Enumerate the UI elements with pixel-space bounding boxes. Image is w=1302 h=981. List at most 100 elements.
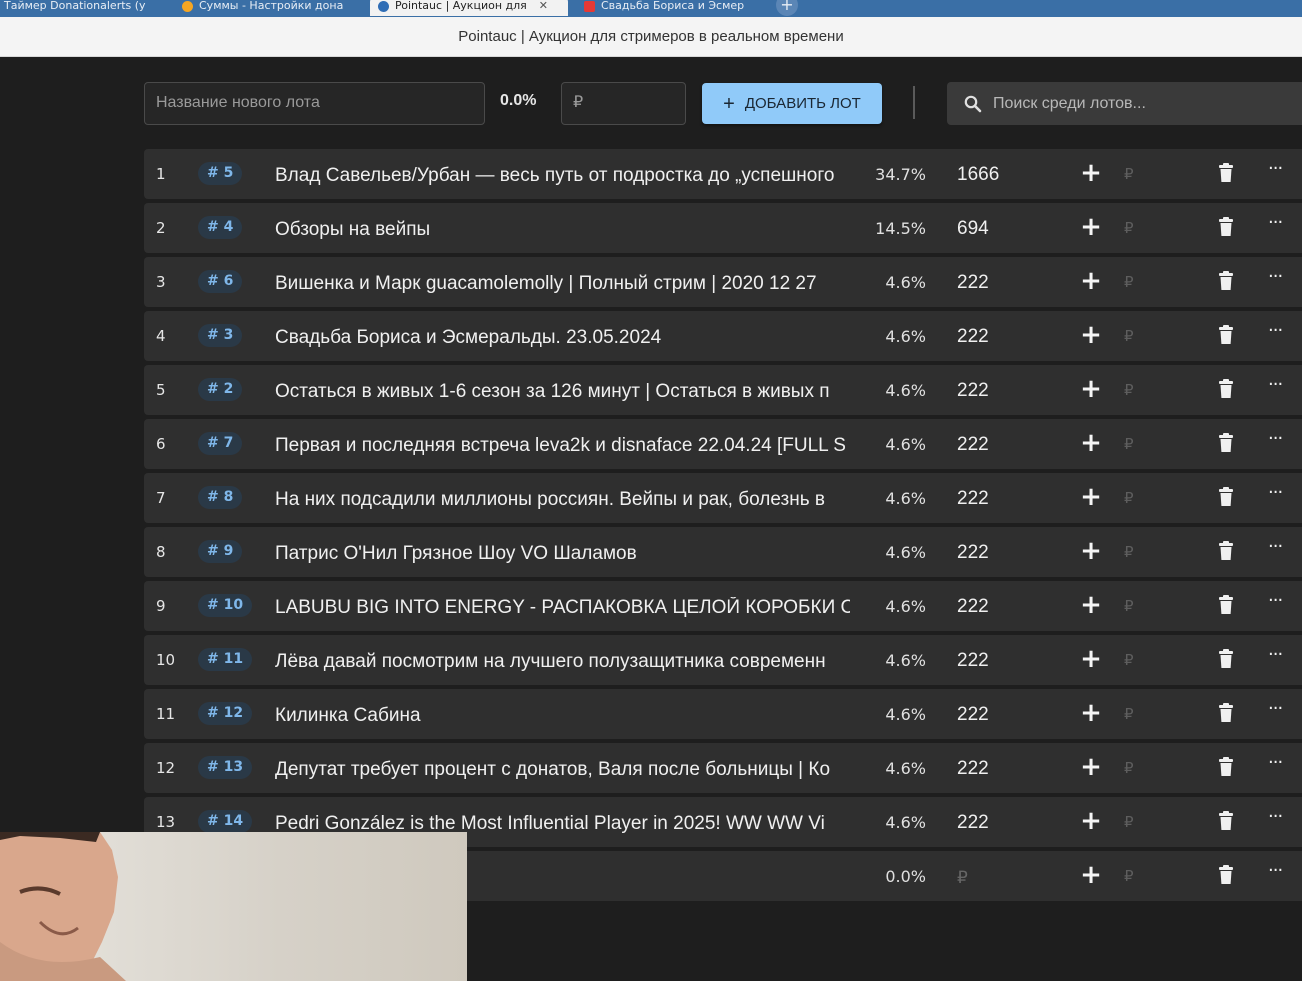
more-icon[interactable]: ··· [1268,320,1283,341]
trash-icon[interactable] [1218,757,1234,777]
lot-amount[interactable]: 222 [957,758,989,780]
add-amount-input[interactable]: ₽ [1124,381,1134,399]
trash-icon[interactable] [1218,865,1234,885]
trash-icon[interactable] [1218,649,1234,669]
more-icon[interactable]: ··· [1268,266,1283,287]
add-amount-button[interactable]: + [1079,267,1103,295]
more-icon[interactable]: ··· [1268,428,1283,449]
more-icon[interactable]: ··· [1268,482,1283,503]
lot-amount-input[interactable]: ₽ [957,868,968,888]
lot-amount[interactable]: 222 [957,704,989,726]
lot-name[interactable]: Обзоры на вейпы [275,219,850,241]
more-icon[interactable]: ··· [1268,590,1283,611]
trash-icon[interactable] [1218,811,1234,831]
lot-row[interactable]: 5 # 2 Остаться в живых 1-6 сезон за 126 ми… [144,365,1302,415]
lot-amount[interactable]: 222 [957,326,989,348]
lot-name[interactable]: Вишенка и Марк guacamolemolly | Полный с… [275,273,850,295]
trash-icon[interactable] [1218,217,1234,237]
lot-name[interactable]: Свадьба Бориса и Эсмеральды. 23.05.2024 [275,327,850,349]
lot-amount[interactable]: 222 [957,488,989,510]
browser-tab[interactable]: Таймер Donationalerts (у [0,0,165,16]
lot-name[interactable]: LABUBU BIG INTO ENERGY - РАСПАКОВКА ЦЕЛО… [275,597,850,619]
lot-name[interactable]: Первая и последняя встреча leva2k и disn… [275,435,850,457]
trash-icon[interactable] [1218,379,1234,399]
add-amount-input[interactable]: ₽ [1124,327,1134,345]
lot-amount[interactable]: 222 [957,650,989,672]
lot-row[interactable]: 4 # 3 Свадьба Бориса и Эсмеральды. 23.05.2… [144,311,1302,361]
new-lot-name-input[interactable]: Название нового лота [144,82,485,125]
lot-amount[interactable]: 222 [957,272,989,294]
lot-row[interactable]: 8 # 9 Патрис О'Нил Грязное Шоу VO Шаламов 2… [144,527,1302,577]
add-amount-button[interactable]: + [1079,537,1103,565]
add-amount-input[interactable]: ₽ [1124,543,1134,561]
browser-tab[interactable]: Суммы - Настройки дона [178,0,358,16]
more-icon[interactable]: ··· [1268,752,1283,773]
add-amount-input[interactable]: ₽ [1124,651,1134,669]
lot-amount[interactable]: 222 [957,542,989,564]
lot-row[interactable]: 11 # 12 Килинка Сабина 222 4.6% + ₽ ··· [144,689,1302,739]
add-amount-input[interactable]: ₽ [1124,435,1134,453]
more-icon[interactable]: ··· [1268,374,1283,395]
lot-name[interactable]: Депутат требует процент с донатов, Валя … [275,759,850,781]
more-icon[interactable]: ··· [1268,860,1283,881]
add-amount-button[interactable]: + [1079,159,1103,187]
add-amount-button[interactable]: + [1079,861,1103,889]
lot-name[interactable]: Влад Савельев/Урбан — весь путь от подро… [275,165,850,187]
add-amount-button[interactable]: + [1079,753,1103,781]
add-amount-input[interactable]: ₽ [1124,759,1134,777]
lot-amount[interactable]: 1666 [957,164,999,186]
add-amount-input[interactable]: ₽ [1124,867,1134,885]
more-icon[interactable]: ··· [1268,644,1283,665]
lot-row[interactable]: 1 # 5 Влад Савельев/Урбан — весь путь от п… [144,149,1302,199]
more-icon[interactable]: ··· [1268,158,1283,179]
lot-amount[interactable]: 694 [957,218,989,240]
browser-tab-active[interactable]: Pointauc | Аукцион для ✕ [370,0,568,16]
add-amount-input[interactable]: ₽ [1124,489,1134,507]
add-amount-button[interactable]: + [1079,321,1103,349]
lot-name[interactable]: Лёва давай посмотрим на лучшего полузащи… [275,651,850,673]
add-amount-input[interactable]: ₽ [1124,813,1134,831]
lot-amount[interactable]: 222 [957,596,989,618]
lot-name[interactable]: Патрис О'Нил Грязное Шоу VO Шаламов [275,543,850,565]
lot-amount[interactable]: 222 [957,380,989,402]
add-amount-button[interactable]: + [1079,645,1103,673]
browser-tab[interactable]: Свадьба Бориса и Эсмер [580,0,765,16]
trash-icon[interactable] [1218,163,1234,183]
lot-name[interactable]: На них подсадили миллионы россиян. Вейпы… [275,489,850,511]
lot-row[interactable]: 3 # 6 Вишенка и Марк guacamolemolly | Полн… [144,257,1302,307]
add-lot-button[interactable]: + ДОБАВИТЬ ЛОТ [702,83,882,124]
add-amount-input[interactable]: ₽ [1124,219,1134,237]
lot-row[interactable]: 12 # 13 Депутат требует процент с донатов,… [144,743,1302,793]
more-icon[interactable]: ··· [1268,698,1283,719]
trash-icon[interactable] [1218,595,1234,615]
trash-icon[interactable] [1218,541,1234,561]
add-amount-button[interactable]: + [1079,699,1103,727]
close-tab-icon[interactable]: ✕ [539,0,548,14]
trash-icon[interactable] [1218,487,1234,507]
add-amount-input[interactable]: ₽ [1124,597,1134,615]
add-amount-input[interactable]: ₽ [1124,705,1134,723]
add-amount-button[interactable]: + [1079,591,1103,619]
lot-row[interactable]: 2 # 4 Обзоры на вейпы 694 14.5% + ₽ ··· [144,203,1302,253]
trash-icon[interactable] [1218,703,1234,723]
more-icon[interactable]: ··· [1268,806,1283,827]
trash-icon[interactable] [1218,325,1234,345]
lot-row[interactable]: 7 # 8 На них подсадили миллионы россиян. В… [144,473,1302,523]
more-icon[interactable]: ··· [1268,536,1283,557]
add-amount-button[interactable]: + [1079,807,1103,835]
lot-row[interactable]: 6 # 7 Первая и последняя встреча leva2k и … [144,419,1302,469]
lot-row[interactable]: 10 # 11 Лёва давай посмотрим на лучшего по… [144,635,1302,685]
lot-name[interactable]: Килинка Сабина [275,705,850,727]
lot-amount[interactable]: 222 [957,434,989,456]
add-amount-button[interactable]: + [1079,213,1103,241]
new-lot-amount-input[interactable]: ₽ [561,82,686,125]
add-amount-button[interactable]: + [1079,375,1103,403]
add-amount-input[interactable]: ₽ [1124,165,1134,183]
search-input[interactable]: Поиск среди лотов... [947,82,1302,125]
lot-row[interactable]: 9 # 10 LABUBU BIG INTO ENERGY - РАСПАКОВКА… [144,581,1302,631]
trash-icon[interactable] [1218,271,1234,291]
lot-amount[interactable]: 222 [957,812,989,834]
lot-name[interactable]: Остаться в живых 1-6 сезон за 126 минут … [275,381,850,403]
add-amount-button[interactable]: + [1079,483,1103,511]
more-icon[interactable]: ··· [1268,212,1283,233]
